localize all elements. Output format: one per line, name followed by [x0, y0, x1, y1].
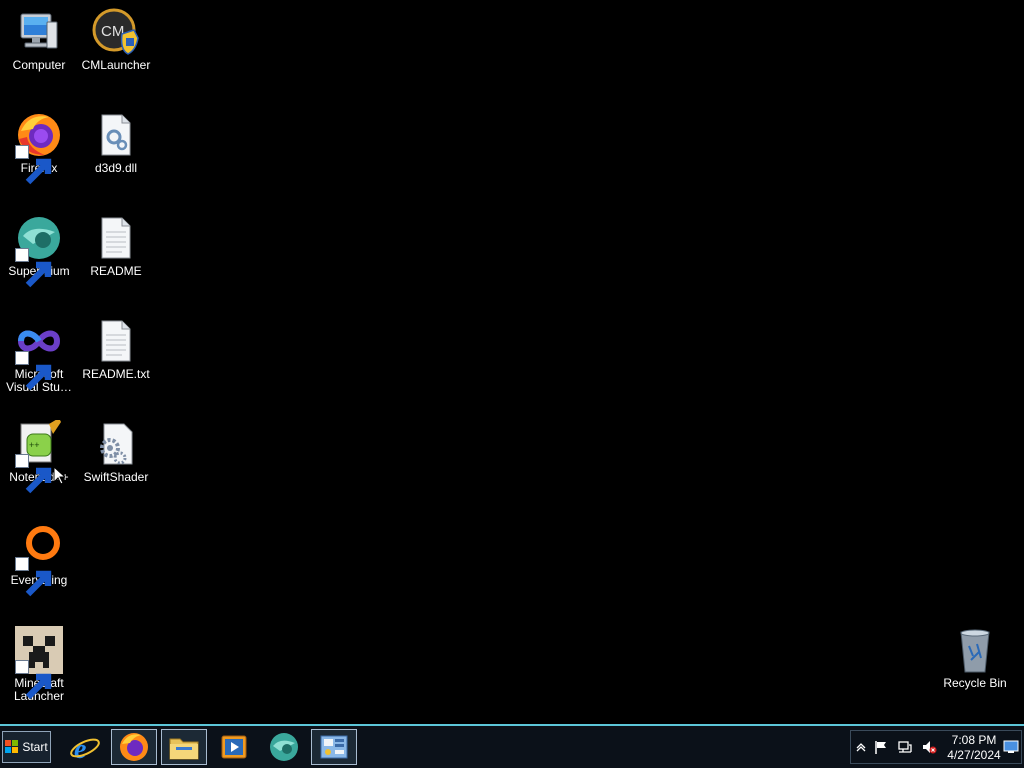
recycle-bin-icon	[951, 626, 999, 674]
taskbar-internet-explorer[interactable]: e	[62, 729, 108, 765]
show-desktop-button[interactable]	[1003, 739, 1019, 755]
desktop-icon-minecraft-launcher[interactable]: Minecraft Launcher	[0, 618, 78, 718]
control-panel-icon	[320, 735, 348, 759]
network-icon[interactable]	[897, 739, 913, 755]
desktop-icon-supermium[interactable]: Supermium	[0, 206, 78, 306]
system-clock[interactable]: 7:08 PM 4/27/2024	[943, 733, 1005, 763]
shortcut-arrow-icon	[15, 660, 52, 700]
desktop-icon-firefox[interactable]: Firefox	[0, 103, 78, 203]
minecraft-icon	[15, 626, 63, 700]
desktop-icon-d3d9-dll[interactable]: d3d9.dll	[77, 103, 155, 203]
desktop: Computer Firefox Supermium Microsoft Vis…	[0, 0, 1024, 724]
windows-logo-icon	[5, 740, 19, 753]
shortcut-arrow-icon	[15, 454, 52, 494]
folder-settings-icon	[92, 420, 140, 468]
notepadpp-icon: ++	[15, 420, 63, 494]
desktop-icon-computer[interactable]: Computer	[0, 0, 78, 100]
desktop-icon-label: README	[90, 265, 142, 278]
dll-file-icon	[92, 111, 140, 159]
media-player-icon	[221, 735, 247, 759]
desktop-icon-label: SwiftShader	[83, 471, 149, 484]
clock-time: 7:08 PM	[951, 733, 997, 747]
text-file-icon	[92, 214, 140, 262]
show-hidden-icons-icon[interactable]	[853, 739, 869, 755]
notification-area: 7:08 PM 4/27/2024	[850, 730, 1022, 764]
desktop-icon-readme[interactable]: README	[77, 206, 155, 306]
desktop-icon-label: Recycle Bin	[943, 677, 1007, 690]
desktop-icon-recycle-bin[interactable]: Recycle Bin	[936, 618, 1014, 718]
desktop-icon-everything[interactable]: Everything	[0, 515, 78, 615]
taskbar-supermium[interactable]	[261, 729, 307, 765]
clock-date: 4/27/2024	[947, 748, 1001, 762]
desktop-icon-cmlauncher[interactable]: CM CMLauncher	[77, 0, 155, 100]
shortcut-arrow-icon	[15, 248, 52, 288]
shortcut-arrow-icon	[15, 351, 52, 391]
supermium-icon	[15, 214, 63, 288]
visual-studio-icon	[15, 317, 63, 391]
desktop-icon-visual-studio[interactable]: Microsoft Visual Stu…	[0, 309, 78, 409]
taskbar-file-explorer[interactable]	[161, 729, 207, 765]
supermium-icon	[270, 733, 298, 761]
desktop-icon-swiftshader[interactable]: SwiftShader	[77, 412, 155, 512]
desktop-icon-label: README.txt	[82, 368, 150, 381]
taskbar-firefox[interactable]	[111, 729, 157, 765]
action-center-flag-icon[interactable]	[873, 739, 889, 755]
volume-muted-icon[interactable]	[921, 739, 937, 755]
desktop-icon-notepadpp[interactable]: ++ Notepad++	[0, 412, 78, 512]
svg-text:++: ++	[29, 440, 40, 450]
desktop-icon-label: Computer	[12, 59, 66, 72]
firefox-icon	[120, 733, 148, 761]
taskbar-control-panel[interactable]	[311, 729, 357, 765]
desktop-icon-label: d3d9.dll	[94, 162, 138, 175]
taskbar: Start e 7:08 PM 4/27/2024	[0, 724, 1024, 768]
computer-icon	[15, 8, 63, 56]
desktop-icon-label: CMLauncher	[81, 59, 151, 72]
desktop-icon-readme-txt[interactable]: README.txt	[77, 309, 155, 409]
start-label: Start	[22, 740, 48, 754]
svg-text:e: e	[74, 734, 86, 763]
shortcut-arrow-icon	[15, 145, 52, 185]
text-file-icon	[92, 317, 140, 365]
ie-icon: e	[70, 734, 100, 763]
taskbar-media-player[interactable]	[211, 729, 257, 765]
firefox-icon	[15, 111, 63, 185]
svg-text:CM: CM	[101, 23, 124, 40]
start-button[interactable]: Start	[2, 731, 51, 763]
folder-icon	[169, 738, 199, 760]
mouse-cursor-icon	[53, 466, 65, 485]
shortcut-arrow-icon	[15, 557, 52, 597]
cmlauncher-icon: CM	[92, 8, 140, 56]
everything-icon	[15, 523, 63, 597]
show-desktop-icon	[1003, 740, 1019, 753]
